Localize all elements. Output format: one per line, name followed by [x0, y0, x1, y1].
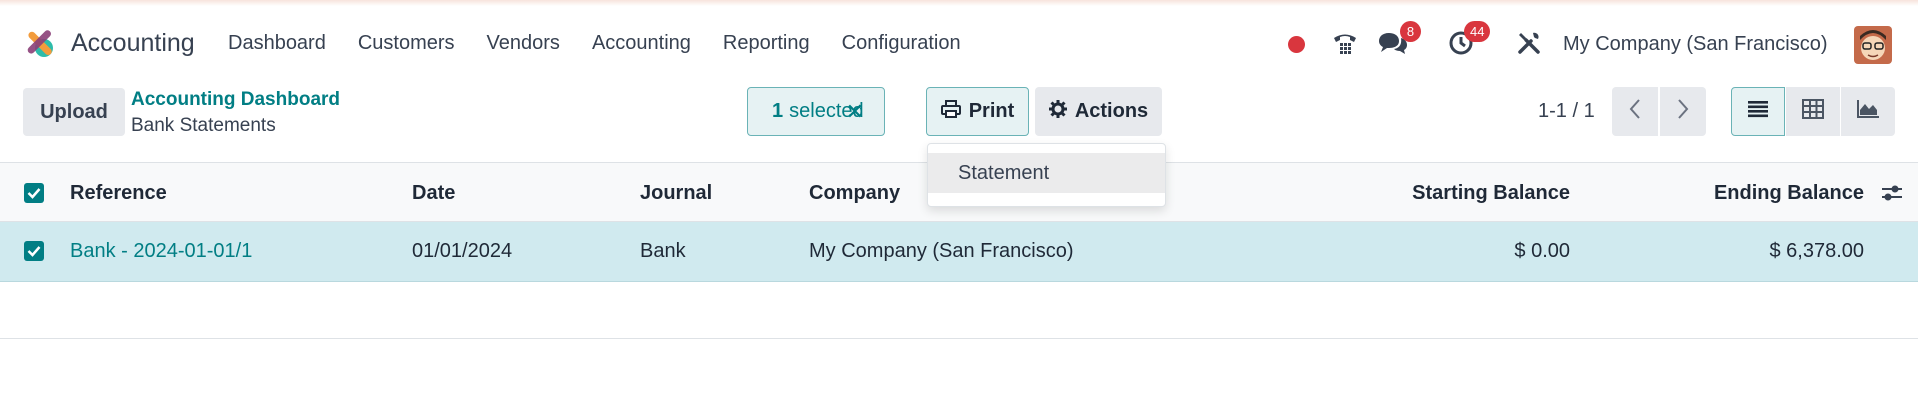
- cell-date: 01/01/2024: [412, 240, 513, 262]
- user-avatar[interactable]: [1854, 26, 1892, 64]
- phone-icon[interactable]: [1330, 28, 1360, 58]
- table-row[interactable]: Bank - 2024-01-01/1 01/01/2024 Bank My C…: [0, 222, 1918, 282]
- menu-reporting[interactable]: Reporting: [723, 32, 810, 55]
- area-chart-icon: [1856, 99, 1880, 124]
- row-checkbox[interactable]: [24, 241, 44, 261]
- menu-accounting[interactable]: Accounting: [592, 32, 691, 55]
- main-menu: Dashboard Customers Vendors Accounting R…: [228, 32, 993, 55]
- menu-customers[interactable]: Customers: [358, 32, 455, 55]
- table-grid-icon: [1802, 99, 1824, 124]
- cell-reference[interactable]: Bank - 2024-01-01/1: [70, 240, 252, 263]
- menu-vendors[interactable]: Vendors: [487, 32, 560, 55]
- cell-starting-balance: $ 0.00: [1514, 240, 1570, 262]
- messages-badge: 8: [1400, 21, 1421, 42]
- company-switcher[interactable]: My Company (San Francisco): [1563, 33, 1828, 56]
- column-starting-balance[interactable]: Starting Balance: [1412, 182, 1570, 205]
- column-reference[interactable]: Reference: [70, 182, 167, 205]
- optional-columns-sliders-icon[interactable]: [1881, 183, 1903, 208]
- tools-icon[interactable]: [1514, 28, 1544, 58]
- menu-configuration[interactable]: Configuration: [842, 32, 961, 55]
- select-all-checkbox[interactable]: [24, 183, 44, 203]
- empty-table-row: [0, 282, 1918, 339]
- record-icon[interactable]: [1288, 36, 1305, 53]
- cell-journal: Bank: [640, 240, 686, 262]
- print-dropdown-menu: Statement: [927, 143, 1166, 207]
- gear-icon: [1048, 99, 1067, 124]
- pager-value[interactable]: 1-1 / 1: [1538, 100, 1595, 123]
- unselect-all-icon[interactable]: ✕: [846, 99, 864, 125]
- print-label: Print: [968, 100, 1015, 122]
- actions-label: Actions: [1074, 100, 1149, 122]
- breadcrumb-accounting-dashboard[interactable]: Accounting Dashboard: [131, 89, 340, 111]
- print-button[interactable]: Print: [926, 87, 1029, 136]
- navbar: Accounting Dashboard Customers Vendors A…: [0, 6, 1918, 78]
- cell-company: My Company (San Francisco): [809, 240, 1074, 262]
- menu-dashboard[interactable]: Dashboard: [228, 32, 326, 55]
- column-ending-balance[interactable]: Ending Balance: [1714, 182, 1864, 205]
- chevron-left-icon: [1628, 98, 1642, 125]
- activities-badge: 44: [1464, 21, 1491, 42]
- selection-indicator: 1 selected ✕: [747, 87, 885, 136]
- page-title: Bank Statements: [131, 115, 276, 136]
- app-title[interactable]: Accounting: [71, 29, 195, 58]
- chevron-right-icon: [1676, 98, 1690, 125]
- column-date[interactable]: Date: [412, 182, 455, 205]
- column-company[interactable]: Company: [809, 182, 900, 205]
- pager-previous-button[interactable]: [1612, 87, 1658, 136]
- accounting-logo-icon[interactable]: [22, 26, 56, 60]
- pivot-view-button[interactable]: [1786, 87, 1840, 136]
- pager-next-button[interactable]: [1660, 87, 1706, 136]
- list-icon: [1747, 100, 1769, 123]
- printer-icon: [940, 99, 961, 124]
- column-journal[interactable]: Journal: [640, 182, 712, 205]
- list-view-button[interactable]: [1731, 87, 1785, 136]
- cell-ending-balance: $ 6,378.00: [1769, 240, 1864, 262]
- actions-button[interactable]: Actions: [1035, 87, 1162, 136]
- upload-button[interactable]: Upload: [23, 88, 125, 136]
- menu-item-statement[interactable]: Statement: [928, 153, 1165, 193]
- graph-view-button[interactable]: [1841, 87, 1895, 136]
- selected-count: 1: [772, 100, 784, 122]
